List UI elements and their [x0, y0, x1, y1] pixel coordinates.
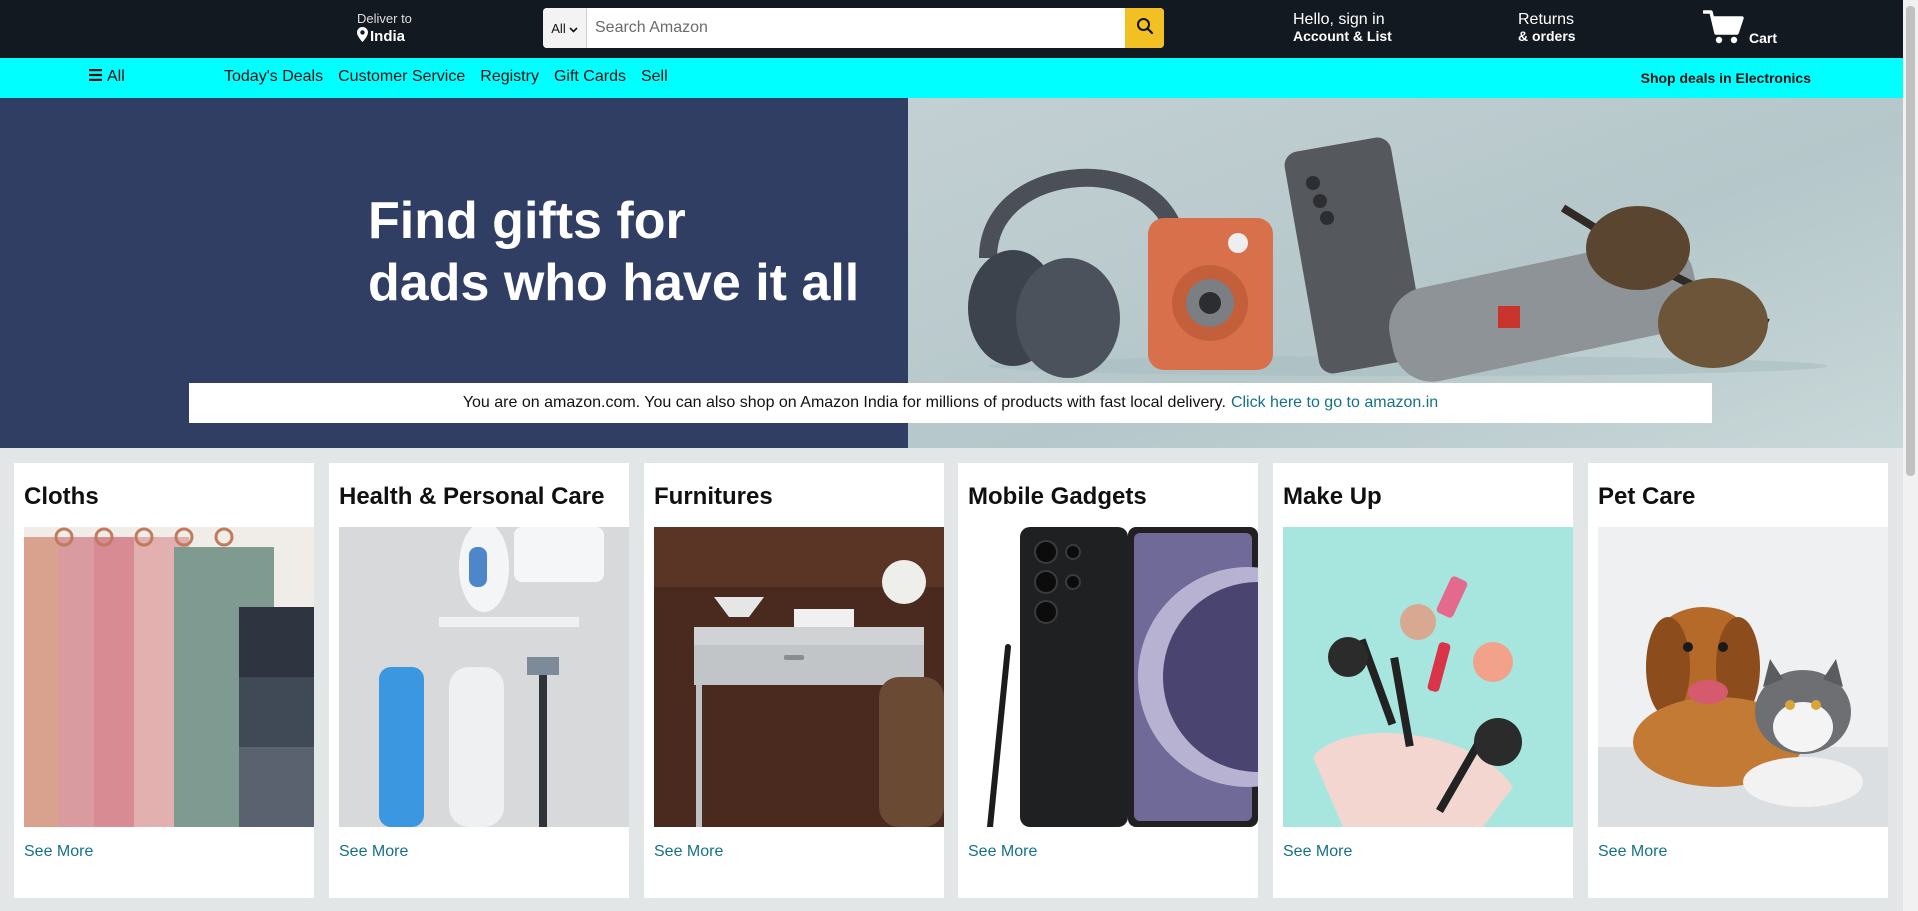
search-category-select[interactable]: All — [543, 8, 587, 48]
category-title: Cloths — [24, 483, 99, 510]
category-card-cloths[interactable]: Cloths See More — [14, 463, 314, 898]
category-title: Health & Personal Care — [339, 483, 605, 510]
category-card-mobile-gadgets[interactable]: Mobile Gadgets See More — [958, 463, 1258, 898]
category-card-health[interactable]: Health & Personal Care See More — [329, 463, 629, 898]
account-greeting: Hello, sign in — [1293, 11, 1385, 28]
account-and-lists[interactable]: Hello, sign in Account & List — [1293, 11, 1392, 45]
nav-link-todays-deals[interactable]: Today's Deals — [224, 68, 323, 86]
nav-link-sell[interactable]: Sell — [641, 68, 668, 86]
top-header: Deliver to India All Search Amazon Hello… — [0, 0, 1903, 58]
all-menu-label: All — [107, 68, 125, 85]
see-more-link[interactable]: See More — [968, 843, 1037, 861]
category-card-make-up[interactable]: Make Up See More — [1273, 463, 1573, 898]
locale-notice: You are on amazon.com. You can also shop… — [189, 383, 1712, 423]
category-image-pet-care — [1598, 527, 1888, 827]
see-more-link[interactable]: See More — [24, 843, 93, 861]
see-more-link[interactable]: See More — [339, 843, 408, 861]
hero-headline: Find gifts for dads who have it all — [368, 190, 859, 314]
locale-notice-text: You are on amazon.com. You can also shop… — [462, 394, 1226, 411]
category-title: Furnitures — [654, 483, 773, 510]
page-scrollbar[interactable] — [1903, 0, 1918, 911]
category-image-health — [339, 527, 629, 827]
see-more-link[interactable]: See More — [1598, 843, 1667, 861]
nav-link-registry[interactable]: Registry — [480, 68, 539, 86]
category-image-cloths — [24, 527, 314, 827]
search-input[interactable] — [587, 8, 1125, 48]
category-image-make-up — [1283, 527, 1573, 827]
search-bar: All — [543, 8, 1164, 48]
category-image-furnitures — [654, 527, 944, 827]
hero-headline-line2: dads who have it all — [368, 254, 860, 312]
category-card-pet-care[interactable]: Pet Care See More — [1588, 463, 1888, 898]
see-more-link[interactable]: See More — [1283, 843, 1352, 861]
category-card-furnitures[interactable]: Furnitures See More — [644, 463, 944, 898]
nav-link-customer-service[interactable]: Customer Service — [338, 68, 465, 86]
deliver-to-label: Deliver to — [357, 11, 412, 26]
search-category-value: All — [551, 20, 566, 36]
nav-link-gift-cards[interactable]: Gift Cards — [554, 68, 626, 86]
nav-links: Today's Deals Customer Service Registry … — [224, 68, 668, 86]
chevron-down-icon — [569, 21, 578, 36]
deliver-to[interactable]: Deliver to India — [357, 11, 412, 46]
orders-label: & orders — [1518, 28, 1576, 44]
category-title: Mobile Gadgets — [968, 483, 1147, 510]
category-cards: Cloths See More Health & Personal Care S… — [14, 463, 1890, 898]
returns-and-orders[interactable]: Returns & orders — [1518, 11, 1576, 45]
category-title: Make Up — [1283, 483, 1382, 510]
shop-deals-electronics-link[interactable]: Shop deals in Electronics — [1641, 70, 1811, 86]
nav-bar: All Today's Deals Customer Service Regis… — [0, 58, 1903, 98]
deliver-to-location: India — [370, 28, 406, 45]
search-button[interactable] — [1125, 8, 1164, 48]
location-pin-icon — [357, 27, 368, 46]
returns-label: Returns — [1518, 11, 1575, 28]
category-title: Pet Care — [1598, 483, 1696, 510]
cart-label: Cart — [1749, 30, 1778, 46]
account-menu-label: Account & List — [1293, 28, 1392, 44]
amazon-india-link[interactable]: Click here to go to amazon.in — [1231, 394, 1438, 412]
search-icon — [1136, 17, 1154, 40]
hamburger-menu-icon — [89, 68, 102, 86]
amazon-home-page: Deliver to India All Search Amazon Hello… — [0, 0, 1903, 911]
scrollbar-thumb[interactable] — [1906, 6, 1915, 476]
cart-icon — [1702, 9, 1745, 50]
see-more-link[interactable]: See More — [654, 843, 723, 861]
cart-button[interactable]: Cart — [1702, 9, 1778, 50]
hero-headline-line1: Find gifts for — [368, 192, 686, 250]
category-image-mobile-gadgets — [968, 527, 1258, 827]
all-menu-button[interactable]: All — [89, 68, 125, 86]
